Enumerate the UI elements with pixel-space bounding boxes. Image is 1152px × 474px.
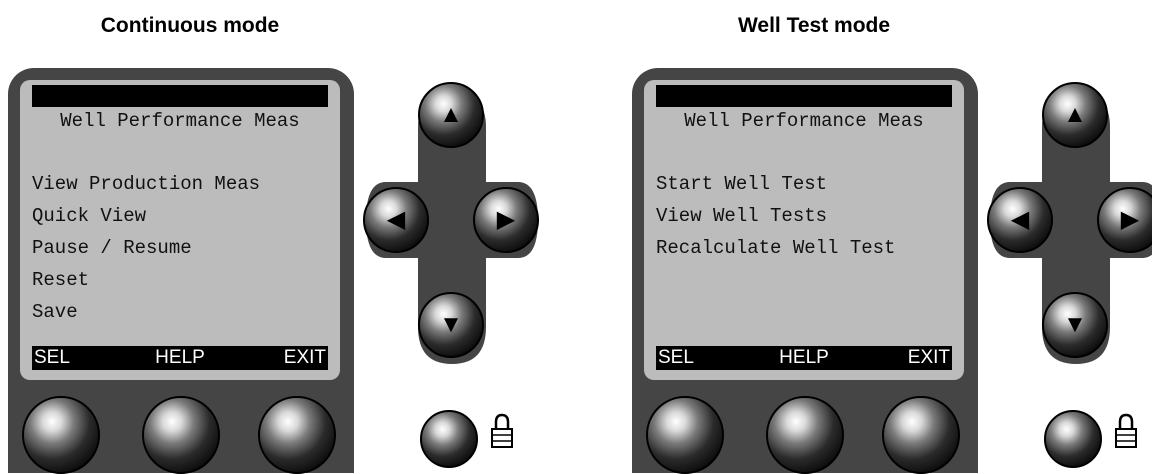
menu-item-save[interactable]: Save: [32, 296, 260, 328]
left-button[interactable]: ◀: [987, 187, 1053, 253]
softkey-left-button[interactable]: [646, 396, 724, 474]
arrow-left-icon: ◀: [386, 206, 406, 233]
softkey-middle-button[interactable]: [766, 396, 844, 474]
menu-item-pause-resume[interactable]: Pause / Resume: [32, 232, 260, 264]
screen-heading: Well Performance Meas: [60, 110, 300, 132]
navigation-pad: ▲ ◀ ▶ ▼: [363, 82, 541, 372]
menu-item-view-production-meas[interactable]: View Production Meas: [32, 168, 260, 200]
right-button[interactable]: ▶: [1097, 187, 1152, 253]
softkey-right-button[interactable]: [258, 396, 336, 474]
screen-top-bar: [656, 85, 952, 107]
menu-item-reset[interactable]: Reset: [32, 264, 260, 296]
softkey-label-bar: SEL HELP EXIT: [656, 346, 952, 370]
mode-title: Continuous mode: [100, 14, 280, 37]
softkey-label-help: HELP: [155, 347, 205, 368]
arrow-up-icon: ▲: [439, 101, 463, 128]
lock-button[interactable]: [420, 410, 478, 468]
screen-top-bar: [32, 85, 328, 107]
continuous-mode-panel: Continuous mode Well Performance Meas Vi…: [0, 0, 576, 474]
menu-item-quick-view[interactable]: Quick View: [32, 200, 260, 232]
mode-title: Well Test mode: [737, 14, 891, 37]
navigation-pad: ▲ ◀ ▶ ▼: [987, 82, 1152, 372]
menu-item-start-well-test[interactable]: Start Well Test: [656, 168, 895, 200]
softkey-label-help: HELP: [779, 347, 829, 368]
down-button[interactable]: ▼: [418, 292, 484, 358]
padlock-icon: [491, 413, 513, 448]
lock-button[interactable]: [1044, 410, 1102, 468]
arrow-up-icon: ▲: [1063, 101, 1087, 128]
menu-item-view-well-tests[interactable]: View Well Tests: [656, 200, 895, 232]
arrow-right-icon: ▶: [1120, 206, 1140, 233]
right-button[interactable]: ▶: [473, 187, 539, 253]
padlock-icon: [1115, 413, 1137, 448]
arrow-left-icon: ◀: [1010, 206, 1030, 233]
menu-item-recalculate-well-test[interactable]: Recalculate Well Test: [656, 232, 895, 264]
softkey-label-sel: SEL: [34, 347, 70, 368]
softkey-label-bar: SEL HELP EXIT: [32, 346, 328, 370]
softkey-label-exit: EXIT: [283, 347, 326, 368]
arrow-right-icon: ▶: [496, 206, 516, 233]
menu-list: Start Well Test View Well Tests Recalcul…: [656, 168, 895, 264]
softkey-right-button[interactable]: [882, 396, 960, 474]
arrow-down-icon: ▼: [439, 311, 463, 338]
down-button[interactable]: ▼: [1042, 292, 1108, 358]
screen-heading: Well Performance Meas: [684, 110, 924, 132]
up-button[interactable]: ▲: [1042, 82, 1108, 148]
well-test-mode-panel: Well Test mode Well Performance Meas Sta…: [624, 0, 1152, 474]
lcd-screen: Well Performance Meas View Production Me…: [20, 80, 340, 380]
softkey-label-sel: SEL: [658, 347, 694, 368]
left-button[interactable]: ◀: [363, 187, 429, 253]
softkey-label-exit: EXIT: [907, 347, 950, 368]
menu-list: View Production Meas Quick View Pause / …: [32, 168, 260, 328]
softkey-left-button[interactable]: [22, 396, 100, 474]
softkey-middle-button[interactable]: [142, 396, 220, 474]
arrow-down-icon: ▼: [1063, 311, 1087, 338]
lcd-screen: Well Performance Meas Start Well Test Vi…: [644, 80, 964, 380]
up-button[interactable]: ▲: [418, 82, 484, 148]
